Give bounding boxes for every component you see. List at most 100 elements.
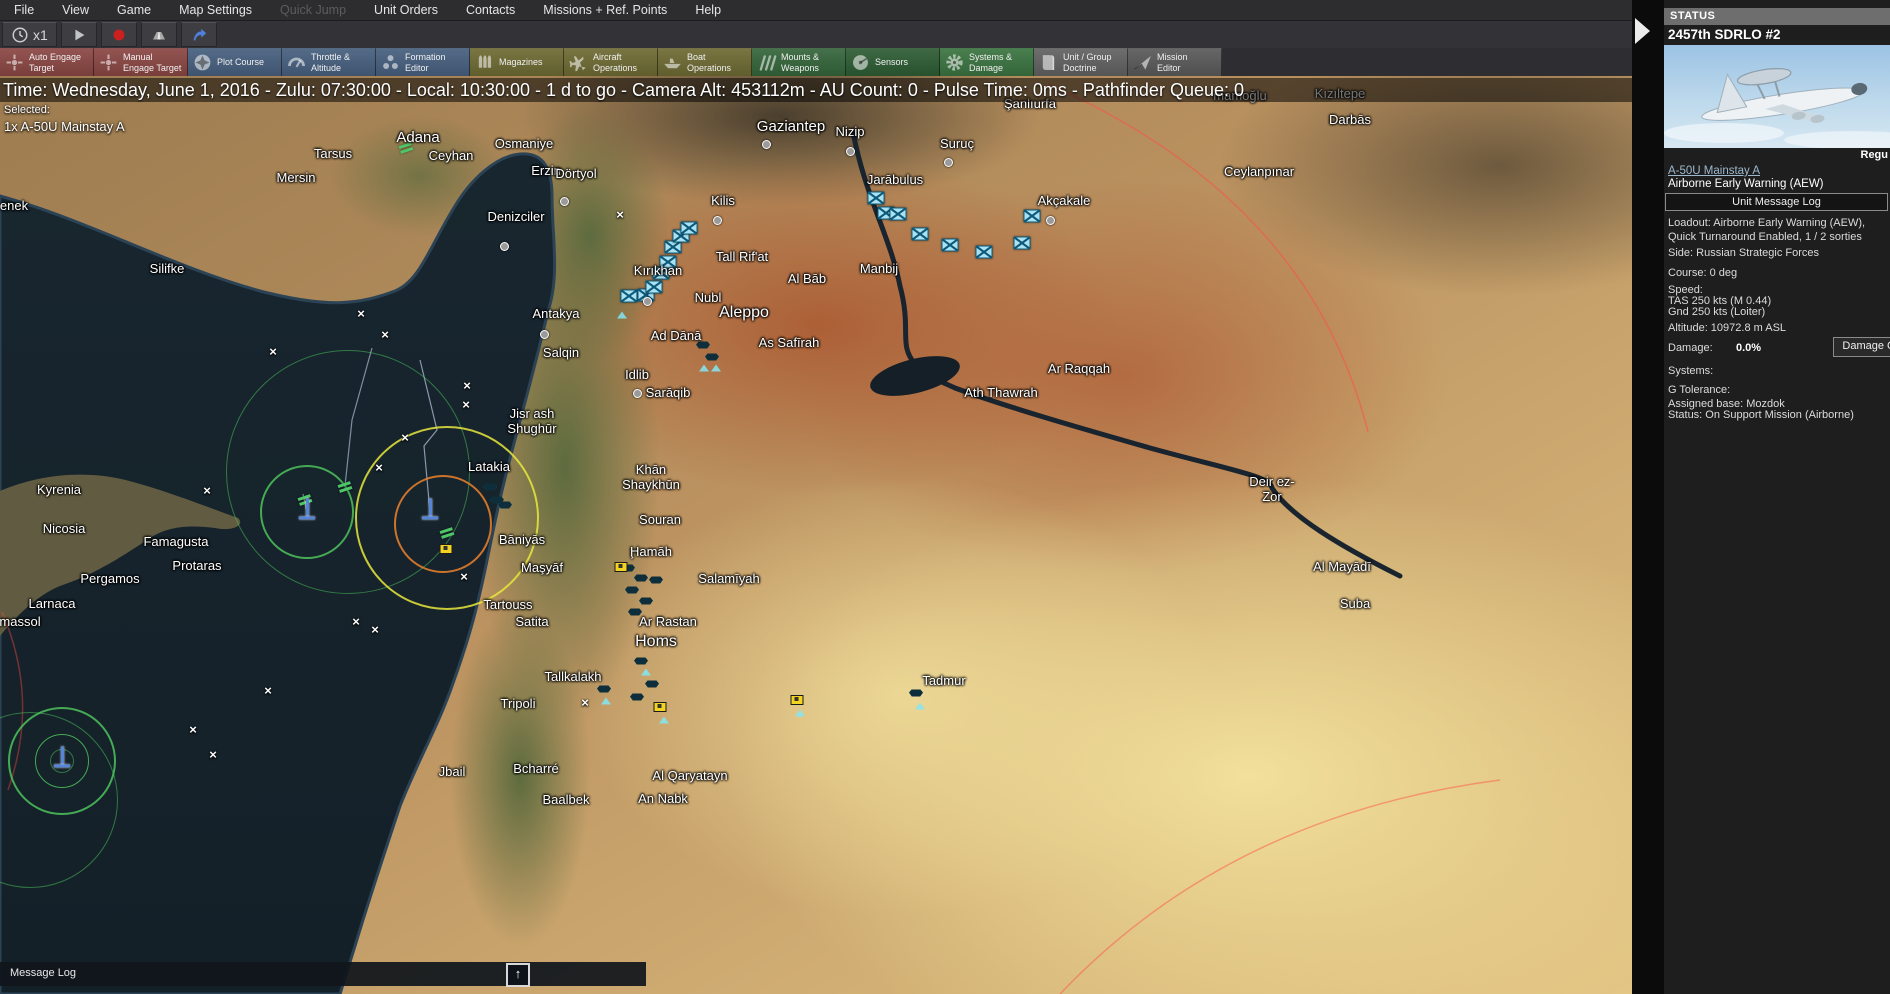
own-aircraft-symbol[interactable] bbox=[295, 498, 319, 524]
reference-point-icon[interactable]: × bbox=[352, 617, 360, 627]
reference-point-icon[interactable]: × bbox=[401, 433, 409, 443]
selected-unit-name: 1x A-50U Mainstay A bbox=[4, 119, 125, 134]
reference-point-icon[interactable]: × bbox=[462, 400, 470, 410]
toolbar-throttle-altitude-button[interactable]: Throttle & Altitude bbox=[282, 48, 376, 76]
air-contact-icon[interactable] bbox=[621, 290, 638, 303]
ground-contact-icon[interactable] bbox=[498, 502, 512, 509]
menu-game[interactable]: Game bbox=[103, 0, 165, 20]
gear-icon bbox=[944, 52, 965, 73]
quick-jump-button[interactable] bbox=[181, 22, 217, 47]
bullets-icon bbox=[474, 52, 495, 73]
unknown-contact-triangle-icon[interactable] bbox=[659, 717, 669, 724]
unknown-contact-triangle-icon[interactable] bbox=[601, 698, 611, 705]
ground-contact-icon[interactable] bbox=[645, 681, 659, 688]
range-ring bbox=[394, 475, 492, 573]
ground-contact-icon[interactable] bbox=[625, 587, 639, 594]
ground-unit-icon[interactable] bbox=[440, 544, 453, 554]
collapse-sidebar-arrow-icon[interactable] bbox=[1635, 18, 1650, 44]
unknown-contact-triangle-icon[interactable] bbox=[699, 365, 709, 372]
reference-point-icon[interactable]: × bbox=[371, 625, 379, 635]
ground-contact-icon[interactable] bbox=[597, 686, 611, 693]
toolbar-systems-damage-button[interactable]: Systems & Damage bbox=[940, 48, 1034, 76]
ground-contact-icon[interactable] bbox=[705, 354, 719, 361]
unknown-contact-triangle-icon[interactable] bbox=[617, 312, 627, 319]
air-contact-icon[interactable] bbox=[976, 246, 993, 259]
reference-point-icon[interactable]: × bbox=[581, 698, 589, 708]
unit-base bbox=[422, 516, 438, 519]
map-place-label: Tadmur bbox=[922, 673, 965, 688]
toolbar-plot-course-button[interactable]: Plot Course bbox=[188, 48, 282, 76]
reference-point-icon[interactable]: × bbox=[209, 750, 217, 760]
air-contact-icon[interactable] bbox=[912, 228, 929, 241]
reference-point-icon[interactable]: × bbox=[203, 486, 211, 496]
air-contact-icon[interactable] bbox=[890, 208, 907, 221]
menu-map-settings[interactable]: Map Settings bbox=[165, 0, 266, 20]
reference-point-icon[interactable]: × bbox=[189, 725, 197, 735]
toolbar-formation-editor-button[interactable]: Formation Editor bbox=[376, 48, 470, 76]
ground-unit-icon[interactable] bbox=[615, 562, 628, 572]
run-simulation-button[interactable] bbox=[61, 22, 97, 47]
ground-contact-icon[interactable] bbox=[483, 484, 497, 491]
ground-contact-icon[interactable] bbox=[634, 575, 648, 582]
ground-contact-icon[interactable] bbox=[630, 694, 644, 701]
map-mode-button[interactable] bbox=[141, 22, 177, 47]
air-contact-icon[interactable] bbox=[1024, 210, 1041, 223]
map-viewport[interactable]: ×××××××××××××××× AdanaCeyhanTarsusMersin… bbox=[0, 76, 1632, 994]
map-place-label: An Nabk bbox=[638, 791, 688, 806]
toolbar-unit-group-doctrine-button[interactable]: Unit / Group Doctrine bbox=[1034, 48, 1128, 76]
menu-help[interactable]: Help bbox=[681, 0, 735, 20]
toolbar-mounts-weapons-button[interactable]: Mounts & Weapons bbox=[752, 48, 846, 76]
air-contact-icon[interactable] bbox=[868, 192, 885, 205]
toolbar-auto-engage-target-button[interactable]: Auto Engage Target bbox=[0, 48, 94, 76]
unit-message-log-button[interactable]: Unit Message Log bbox=[1665, 193, 1888, 211]
reference-point-icon[interactable]: × bbox=[375, 463, 383, 473]
own-aircraft-symbol[interactable] bbox=[50, 746, 74, 772]
menu-unit-orders[interactable]: Unit Orders bbox=[360, 0, 452, 20]
map-place-label: Nizip bbox=[836, 124, 865, 139]
unknown-contact-triangle-icon[interactable] bbox=[915, 703, 925, 710]
reference-point-icon[interactable]: × bbox=[463, 381, 471, 391]
toolbar-manual-engage-target-button[interactable]: Manual Engage Target bbox=[94, 48, 188, 76]
message-log-bar[interactable]: Message Log ↑ bbox=[0, 962, 646, 986]
menu-view[interactable]: View bbox=[48, 0, 103, 20]
toolbar-boat-operations-button[interactable]: Boat Operations bbox=[658, 48, 752, 76]
toolbar-mission-editor-button[interactable]: Mission Editor bbox=[1128, 48, 1222, 76]
town-dot-icon bbox=[762, 140, 771, 149]
unknown-contact-triangle-icon[interactable] bbox=[711, 365, 721, 372]
map-place-label: Maşyāf bbox=[521, 560, 563, 575]
air-contact-icon[interactable] bbox=[681, 222, 698, 235]
map-place-label: Al Mayādī bbox=[1313, 559, 1371, 574]
toolbar-button-label: Plot Course bbox=[217, 57, 264, 67]
record-icon bbox=[110, 26, 128, 44]
unit-class-link[interactable]: A-50U Mainstay A bbox=[1668, 165, 1760, 177]
reference-point-icon[interactable]: × bbox=[381, 330, 389, 340]
expand-message-log-button[interactable]: ↑ bbox=[506, 963, 530, 987]
reference-point-icon[interactable]: × bbox=[357, 309, 365, 319]
menu-file[interactable]: File bbox=[0, 0, 48, 20]
ground-contact-icon[interactable] bbox=[909, 690, 923, 697]
toolbar-aircraft-operations-button[interactable]: Aircraft Operations bbox=[564, 48, 658, 76]
toolbar-magazines-button[interactable]: Magazines bbox=[470, 48, 564, 76]
damage-control-button[interactable]: Damage C bbox=[1833, 337, 1890, 357]
ground-unit-icon[interactable] bbox=[654, 702, 667, 712]
ground-contact-icon[interactable] bbox=[639, 598, 653, 605]
time-compression-button[interactable]: x1 bbox=[2, 22, 57, 47]
ground-contact-icon[interactable] bbox=[634, 658, 648, 665]
ground-contact-icon[interactable] bbox=[649, 577, 663, 584]
reference-point-icon[interactable]: × bbox=[460, 572, 468, 582]
reference-point-icon[interactable]: × bbox=[269, 347, 277, 357]
reference-point-icon[interactable]: × bbox=[616, 210, 624, 220]
menu-missions-ref-points[interactable]: Missions + Ref. Points bbox=[529, 0, 681, 20]
unknown-contact-triangle-icon[interactable] bbox=[641, 669, 651, 676]
air-contact-icon[interactable] bbox=[1014, 237, 1031, 250]
reference-point-icon[interactable]: × bbox=[264, 686, 272, 696]
air-contact-icon[interactable] bbox=[942, 239, 959, 252]
ground-unit-icon[interactable] bbox=[791, 695, 804, 705]
record-button[interactable] bbox=[101, 22, 137, 47]
air-contact-icon[interactable] bbox=[646, 281, 663, 294]
toolbar-sensors-button[interactable]: Sensors bbox=[846, 48, 940, 76]
own-aircraft-symbol[interactable] bbox=[418, 498, 442, 524]
map-place-label: Kırıkhan bbox=[634, 263, 682, 278]
menu-contacts[interactable]: Contacts bbox=[452, 0, 529, 20]
unknown-contact-triangle-icon[interactable] bbox=[795, 710, 805, 717]
